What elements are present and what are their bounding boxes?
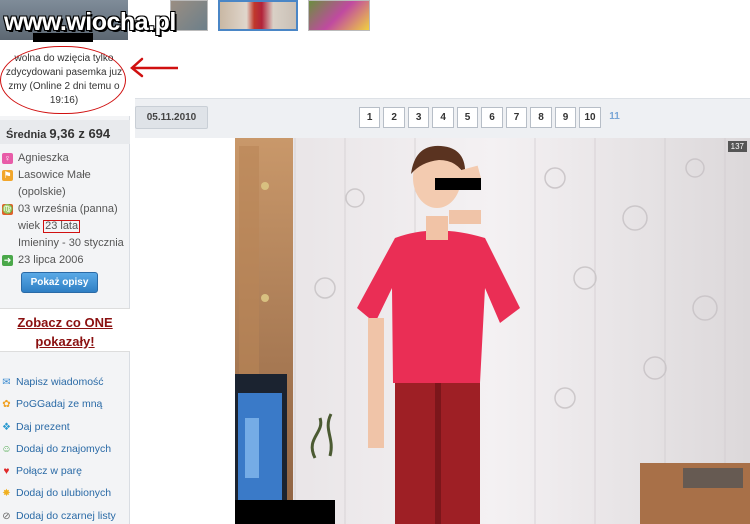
photo-date: 05.11.2010 <box>135 106 208 129</box>
rating-bar: Średnia 9,36 z 694 <box>0 120 130 144</box>
action-list: ✉ Napisz wiadomość ✿ PoGGadaj ze mną ❖ D… <box>0 372 130 524</box>
page-button[interactable]: 8 <box>530 107 552 128</box>
page-button[interactable]: 1 <box>359 107 381 128</box>
flower-icon: ✿ <box>2 399 11 411</box>
page-button[interactable]: 2 <box>383 107 405 128</box>
pagination: 1 2 3 4 5 6 7 8 9 10 11 <box>359 107 625 129</box>
annotation-arrow-icon <box>130 57 178 78</box>
show-descriptions-button[interactable]: Pokaż opisy <box>21 272 98 293</box>
page-button[interactable]: 3 <box>407 107 430 128</box>
promo-link[interactable]: Zobacz co ONE pokazały! <box>0 308 130 352</box>
info-name: ♀ Agnieszka <box>0 150 130 167</box>
action-add-friend[interactable]: ☺ Dodaj do znajomych <box>0 439 130 461</box>
page-button[interactable]: 4 <box>432 107 454 128</box>
info-joined: ➜ 23 lipca 2006 <box>2 254 84 266</box>
star-icon: ✸ <box>2 488 11 500</box>
promo-line-1[interactable]: Zobacz co ONE <box>0 313 130 332</box>
action-send-message[interactable]: ✉ Napisz wiadomość <box>0 372 130 394</box>
add-friend-icon: ☺ <box>1 443 12 455</box>
promo-line-2[interactable]: pokazały! <box>0 332 130 351</box>
annotation-ellipse <box>0 46 126 114</box>
rating-label: Średnia <box>6 129 47 141</box>
arrow-right-icon: ➜ <box>2 255 13 266</box>
page-button[interactable]: 10 <box>579 107 601 128</box>
site-watermark: www.wiocha.pl <box>4 8 176 36</box>
photo-counter: 137 <box>727 141 747 152</box>
info-place: ⚑ Lasowice Małe <box>2 169 91 181</box>
page-button[interactable]: 5 <box>456 107 479 128</box>
page-button[interactable]: 9 <box>554 107 577 128</box>
photo-thumbnail[interactable] <box>308 0 370 31</box>
heart-icon: ♥ <box>3 466 10 478</box>
page-button[interactable]: 7 <box>505 107 528 128</box>
action-give-gift[interactable]: ❖ Daj prezent <box>0 417 130 439</box>
info-region: (opolskie) <box>18 186 66 198</box>
main-photo[interactable]: 137 <box>235 138 750 524</box>
envelope-icon: ✉ <box>2 377 11 388</box>
location-icon: ⚑ <box>2 170 13 181</box>
action-blacklist[interactable]: ⊘ Dodaj do czarnej listy <box>0 506 130 524</box>
info-birth: ♍ 03 września (panna) <box>2 203 118 215</box>
action-gg-chat[interactable]: ✿ PoGGadaj ze mną <box>0 394 130 416</box>
profile-info: ♀ Agnieszka ⚑ Lasowice Małe (opolskie) ♍… <box>0 150 130 269</box>
page-button[interactable]: 6 <box>481 107 503 128</box>
info-age: wiek 23 lata <box>18 220 81 233</box>
gift-icon: ❖ <box>2 421 11 433</box>
info-nameday: Imieniny - 30 stycznia <box>18 237 124 249</box>
zodiac-icon: ♍ <box>2 204 14 215</box>
rating-value: 9,36 z 694 <box>49 126 111 141</box>
photo-thumbnail-selected[interactable] <box>218 0 298 31</box>
block-icon: ⊘ <box>2 510 11 522</box>
action-pair[interactable]: ♥ Połącz w parę <box>0 461 130 483</box>
action-add-favorite[interactable]: ✸ Dodaj do ulubionych <box>0 483 130 505</box>
age-highlight: 23 lata <box>43 220 81 233</box>
page-button-current: 11 <box>609 111 620 122</box>
female-icon: ♀ <box>2 153 13 164</box>
